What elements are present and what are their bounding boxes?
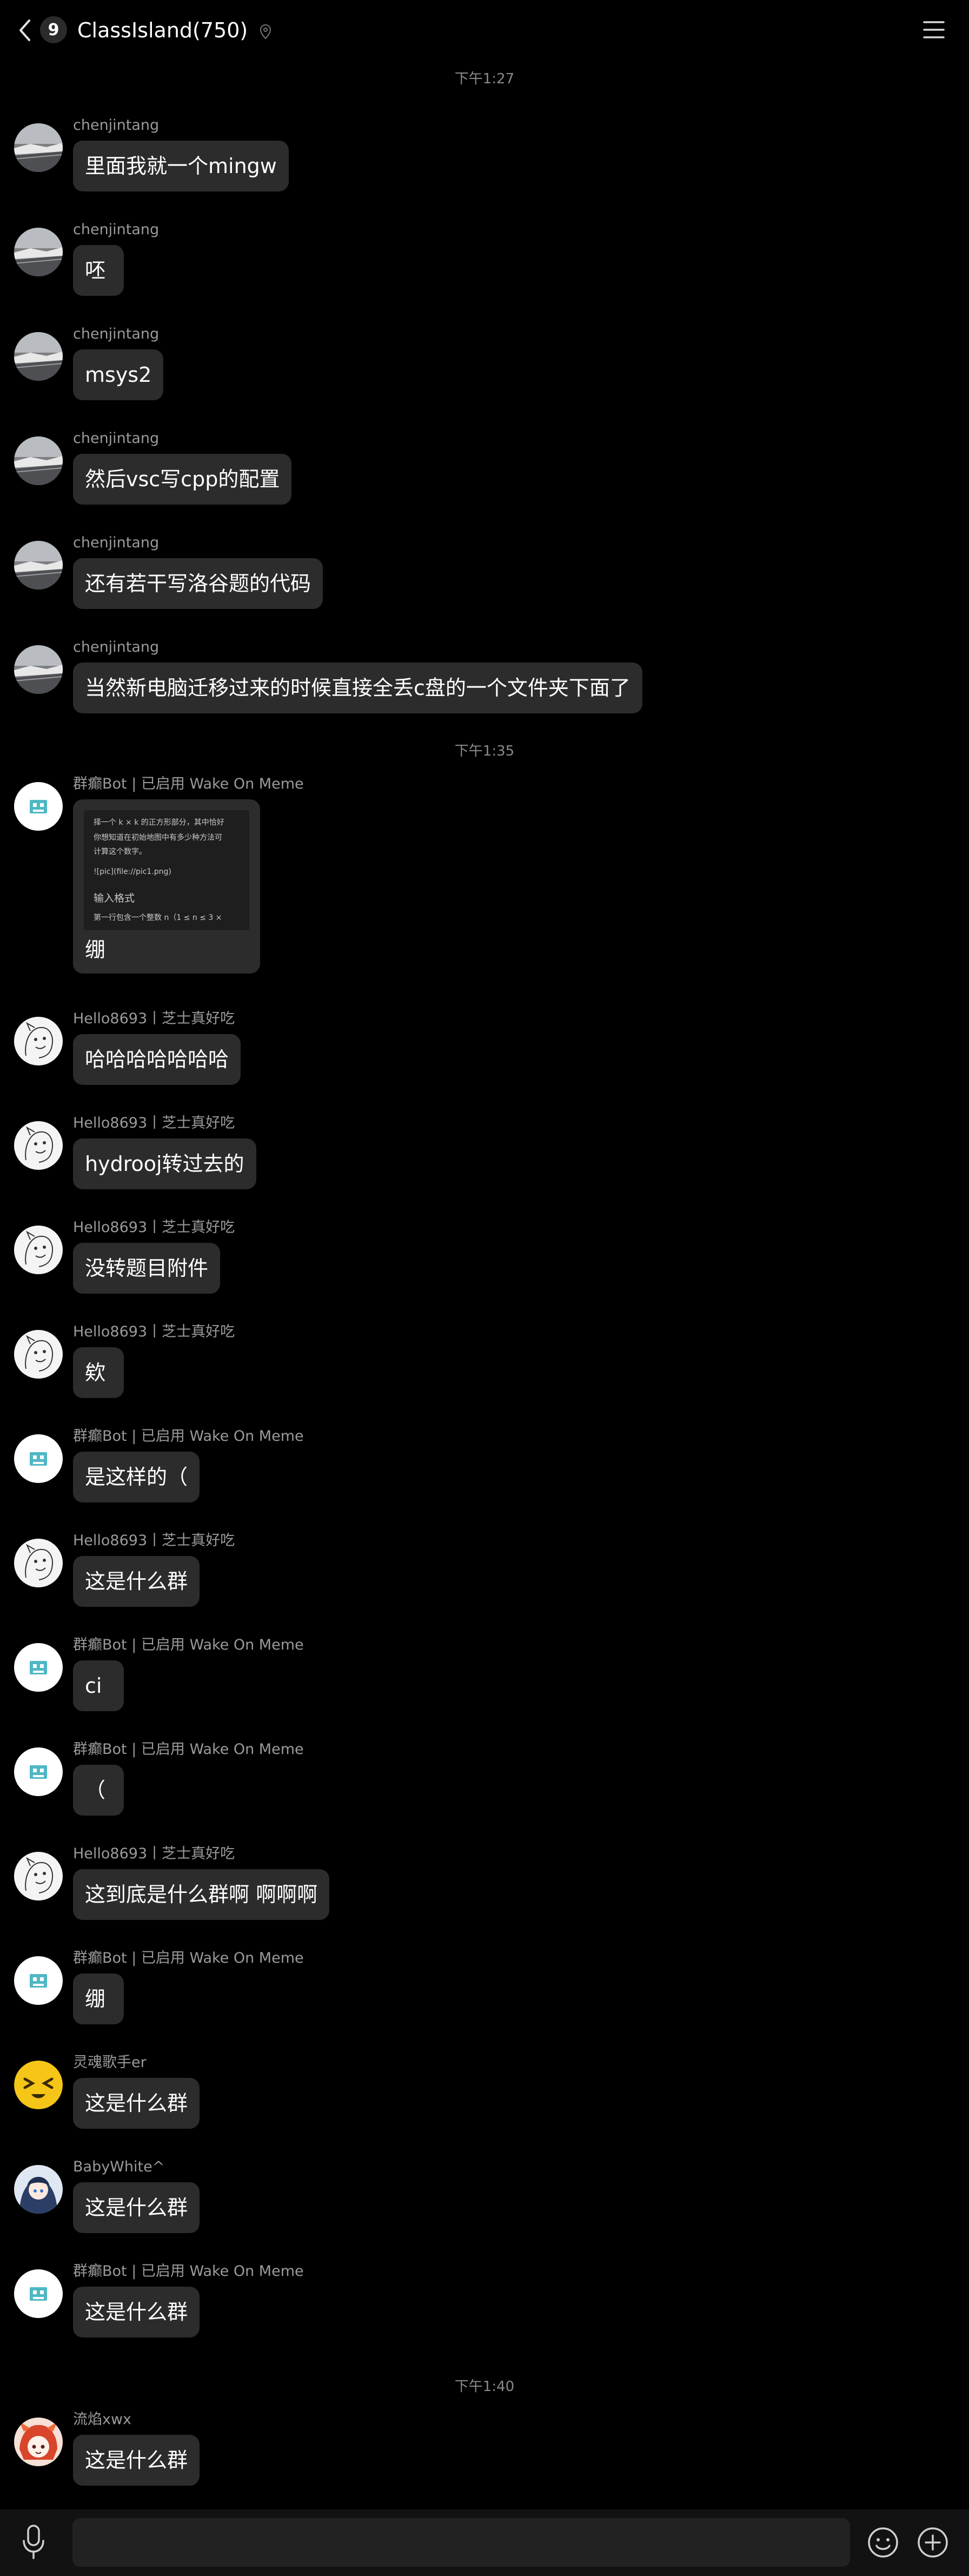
landscape-avatar[interactable]	[14, 645, 63, 694]
sender-name[interactable]: 群癫Bot | 已启用 Wake On Meme	[73, 1427, 304, 1446]
sender-name[interactable]: chenjintang	[73, 429, 159, 448]
message-bubble[interactable]: 这是什么群	[73, 1556, 200, 1607]
bot-avatar[interactable]	[14, 782, 63, 831]
sender-name[interactable]: chenjintang	[73, 116, 159, 135]
message-bubble[interactable]: msys2	[73, 349, 164, 400]
landscape-avatar[interactable]	[14, 541, 63, 590]
landscape-avatar[interactable]	[14, 228, 63, 276]
timestamp: 下午1:27	[454, 71, 515, 87]
sender-name[interactable]: Hello8693丨芝士真好吃	[73, 1322, 235, 1342]
sketch-avatar[interactable]	[14, 1330, 63, 1379]
sender-name[interactable]: Hello8693丨芝士真好吃	[73, 1844, 235, 1864]
message-bubble[interactable]: 然后vsc写cpp的配置	[73, 454, 292, 505]
message-bubble[interactable]: 这是什么群	[73, 2078, 200, 2129]
landscape-avatar[interactable]	[14, 123, 63, 172]
message-bubble[interactable]: 呸	[73, 245, 124, 296]
sender-name[interactable]: 流焰xwx	[73, 2410, 131, 2429]
message-bubble[interactable]: 欸	[73, 1347, 124, 1398]
message-input[interactable]	[72, 2518, 850, 2567]
anime-avatar[interactable]	[14, 2165, 63, 2214]
image-text-line: 输入格式	[94, 892, 135, 904]
sender-name[interactable]: chenjintang	[73, 220, 159, 240]
timestamp: 下午1:40	[454, 2379, 515, 2395]
image-message-bubble[interactable]: 择一个 k × k 的正方形部分，其中恰好 你想知道在初始地图中有多少种方法可 计算…	[73, 799, 260, 974]
sender-name[interactable]: 灵魂歌手er	[73, 2053, 147, 2072]
sender-name[interactable]: 群癫Bot | 已启用 Wake On Meme	[73, 774, 304, 794]
message-bubble[interactable]: 当然新电脑迁移过来的时候直接全丢c盘的一个文件夹下面了	[73, 663, 642, 713]
image-text-line: 第一行包含一个整数 n（1 ≤ n ≤ 3 ×	[94, 913, 222, 922]
bot-avatar[interactable]	[14, 1643, 63, 1692]
sketch-avatar[interactable]	[14, 1121, 63, 1170]
message-list[interactable]: 下午1:27 下午1:35 下午1:40 chenjintang 里面我就一个mingw…	[0, 0, 969, 2576]
image-thumbnail[interactable]: 择一个 k × k 的正方形部分，其中恰好 你想知道在初始地图中有多少种方法可 计算…	[84, 810, 249, 930]
sketch-avatar[interactable]	[14, 1539, 63, 1587]
sender-name[interactable]: 群癫Bot | 已启用 Wake On Meme	[73, 2262, 304, 2281]
image-text-line: ![pic](file://pic1.png)	[94, 868, 171, 876]
bot-avatar[interactable]	[14, 2269, 63, 2318]
message-bubble[interactable]: 还有若干写洛谷题的代码	[73, 558, 323, 609]
image-text-line: 你想知道在初始地图中有多少种方法可	[94, 833, 222, 842]
yellow-face-avatar[interactable]	[14, 2061, 63, 2109]
sketch-avatar[interactable]	[14, 1852, 63, 1900]
message-bubble[interactable]: 哈哈哈哈哈哈哈	[73, 1034, 241, 1085]
message-bubble[interactable]: hydrooj转过去的	[73, 1138, 256, 1189]
sender-name[interactable]: BabyWhite^	[73, 2157, 164, 2177]
sender-name[interactable]: chenjintang	[73, 638, 159, 657]
message-bubble[interactable]: 这到底是什么群啊 啊啊啊	[73, 1869, 330, 1920]
image-text-line: 择一个 k × k 的正方形部分，其中恰好	[94, 818, 224, 827]
input-bar	[0, 2509, 969, 2576]
sender-name[interactable]: chenjintang	[73, 325, 159, 344]
image-text-line: 计算这个数字。	[94, 847, 147, 856]
message-bubble[interactable]: 里面我就一个mingw	[73, 141, 289, 191]
sketch-avatar[interactable]	[14, 1226, 63, 1274]
message-bubble[interactable]: 这是什么群	[73, 2287, 200, 2337]
smiley-icon[interactable]	[866, 2526, 900, 2559]
sender-name[interactable]: Hello8693丨芝士真好吃	[73, 1114, 235, 1133]
bot-avatar[interactable]	[14, 1434, 63, 1483]
sketch-avatar[interactable]	[14, 1017, 63, 1065]
red-character-avatar[interactable]	[14, 2418, 63, 2466]
message-bubble[interactable]: ci	[73, 1660, 124, 1711]
image-caption: 绷	[85, 938, 106, 962]
sender-name[interactable]: 群癫Bot | 已启用 Wake On Meme	[73, 1949, 304, 1968]
message-bubble[interactable]: 这是什么群	[73, 2435, 200, 2486]
bot-avatar[interactable]	[14, 1956, 63, 2005]
sender-name[interactable]: Hello8693丨芝士真好吃	[73, 1009, 235, 1029]
sender-name[interactable]: Hello8693丨芝士真好吃	[73, 1218, 235, 1237]
sender-name[interactable]: 群癫Bot | 已启用 Wake On Meme	[73, 1740, 304, 1759]
sender-name[interactable]: 群癫Bot | 已启用 Wake On Meme	[73, 1635, 304, 1655]
message-bubble[interactable]: 没转题目附件	[73, 1243, 221, 1294]
landscape-avatar[interactable]	[14, 436, 63, 485]
message-bubble[interactable]: 这是什么群	[73, 2182, 200, 2233]
microphone-icon[interactable]	[18, 2522, 49, 2560]
sender-name[interactable]: chenjintang	[73, 533, 159, 553]
message-bubble[interactable]: （	[73, 1765, 124, 1816]
landscape-avatar[interactable]	[14, 332, 63, 381]
sender-name[interactable]: Hello8693丨芝士真好吃	[73, 1531, 235, 1551]
plus-circle-icon[interactable]	[916, 2526, 950, 2559]
message-bubble[interactable]: 绷	[73, 1974, 124, 2024]
timestamp: 下午1:35	[454, 743, 515, 759]
bot-avatar[interactable]	[14, 1747, 63, 1796]
message-bubble[interactable]: 是这样的（	[73, 1452, 200, 1502]
